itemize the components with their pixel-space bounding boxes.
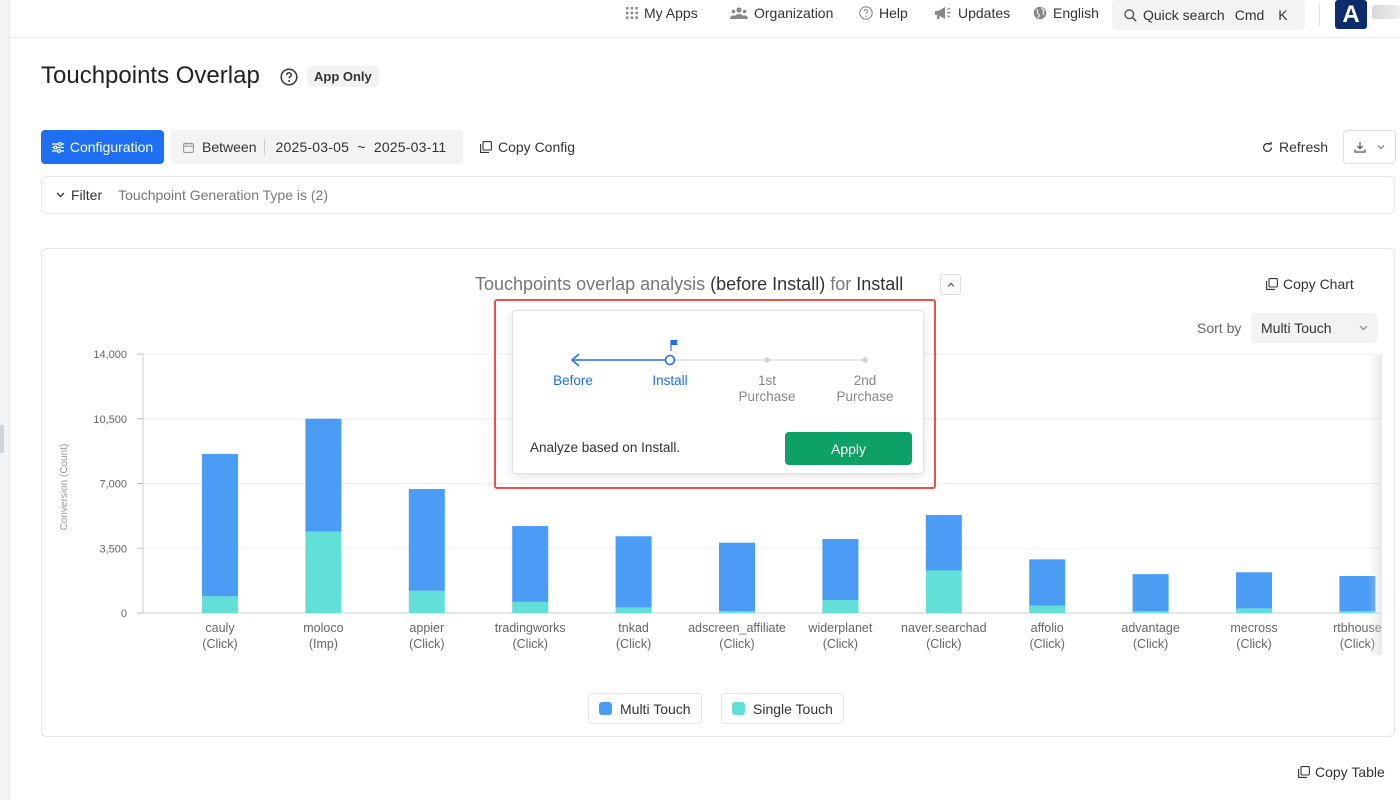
legend-single-touch-label: Single Touch [753, 700, 833, 717]
second-purchase-step-node[interactable] [862, 357, 868, 363]
bar-single-touch[interactable] [1132, 611, 1169, 613]
bar-single-touch[interactable] [925, 570, 962, 613]
x-tick-sublabel: (Click) [616, 637, 651, 651]
bar-multi-touch[interactable] [719, 542, 755, 612]
x-tick-sublabel: (Click) [512, 637, 547, 651]
x-tick-label: affolio [1031, 621, 1064, 635]
bar-multi-touch[interactable] [1236, 572, 1272, 609]
step-first-purchase[interactable]: 1st Purchase [738, 373, 795, 405]
y-axis-title: Conversion (Count) [59, 444, 70, 531]
scroll-shadow [1368, 355, 1382, 655]
bar-multi-touch[interactable] [305, 418, 342, 532]
copy-icon [1298, 766, 1310, 778]
x-tick-label: adscreen_affiliate [688, 621, 786, 635]
copy-table-button[interactable]: Copy Table [1298, 762, 1385, 782]
y-tick-label: 3,500 [99, 543, 127, 555]
x-tick-label: widerplanet [807, 621, 872, 635]
bar-multi-touch[interactable] [822, 539, 859, 601]
x-tick-label: tnkad [618, 621, 649, 635]
x-tick-sublabel: (Click) [719, 637, 754, 651]
x-tick-label: appier [409, 621, 444, 635]
bar-multi-touch[interactable] [1132, 574, 1169, 612]
x-tick-label: tradingworks [495, 621, 566, 635]
x-tick-label: mecross [1230, 621, 1277, 635]
x-tick-sublabel: (Click) [823, 637, 858, 651]
x-tick-sublabel: (Click) [409, 637, 444, 651]
step-before[interactable]: Before [553, 373, 593, 389]
bar-multi-touch[interactable] [202, 453, 238, 597]
x-tick-sublabel: (Click) [926, 637, 961, 651]
analysis-point-popover: Before Install 1st Purchase 2nd Purchase… [512, 310, 924, 474]
y-tick-label: 0 [121, 608, 127, 620]
bar-single-touch[interactable] [512, 601, 549, 613]
legend-swatch-single [732, 702, 745, 715]
install-step-node[interactable] [664, 354, 676, 366]
y-tick-label: 10,500 [93, 414, 127, 426]
x-tick-sublabel: (Click) [1133, 637, 1168, 651]
bar-single-touch[interactable] [305, 531, 342, 613]
bar-multi-touch[interactable] [1029, 559, 1066, 606]
flag-icon [670, 340, 678, 351]
bar-multi-touch[interactable] [512, 526, 549, 602]
x-tick-sublabel: (Imp) [309, 637, 338, 651]
step-install[interactable]: Install [652, 373, 687, 389]
bar-single-touch[interactable] [615, 607, 652, 613]
bar-single-touch[interactable] [1029, 605, 1066, 613]
step-second-purchase[interactable]: 2nd Purchase [836, 373, 893, 405]
legend-multi-touch-label: Multi Touch [620, 700, 691, 717]
y-tick-label: 14,000 [93, 349, 127, 361]
y-tick-label: 7,000 [99, 479, 127, 491]
bar-single-touch[interactable] [408, 590, 445, 613]
copy-table-label: Copy Table [1315, 764, 1385, 780]
bar-single-touch[interactable] [719, 611, 755, 613]
x-tick-sublabel: (Click) [202, 637, 237, 651]
x-tick-label: naver.searchad [901, 621, 987, 635]
legend-multi-touch[interactable]: Multi Touch [588, 693, 702, 724]
x-tick-label: advantage [1121, 621, 1179, 635]
legend-single-touch[interactable]: Single Touch [721, 693, 844, 724]
bar-multi-touch[interactable] [615, 536, 652, 608]
first-purchase-step-node[interactable] [764, 357, 770, 363]
legend-swatch-multi [599, 702, 612, 715]
bar-multi-touch[interactable] [408, 489, 445, 591]
bar-single-touch[interactable] [202, 596, 238, 613]
x-tick-sublabel: (Click) [1236, 637, 1271, 651]
bar-single-touch[interactable] [822, 600, 859, 613]
bar-single-touch[interactable] [1236, 608, 1272, 613]
bar-multi-touch[interactable] [925, 514, 962, 571]
analyze-description: Analyze based on Install. [530, 440, 681, 455]
x-tick-label: moloco [303, 621, 343, 635]
apply-button[interactable]: Apply [785, 432, 912, 465]
x-tick-sublabel: (Click) [1029, 637, 1064, 651]
x-tick-label: cauly [205, 621, 235, 635]
